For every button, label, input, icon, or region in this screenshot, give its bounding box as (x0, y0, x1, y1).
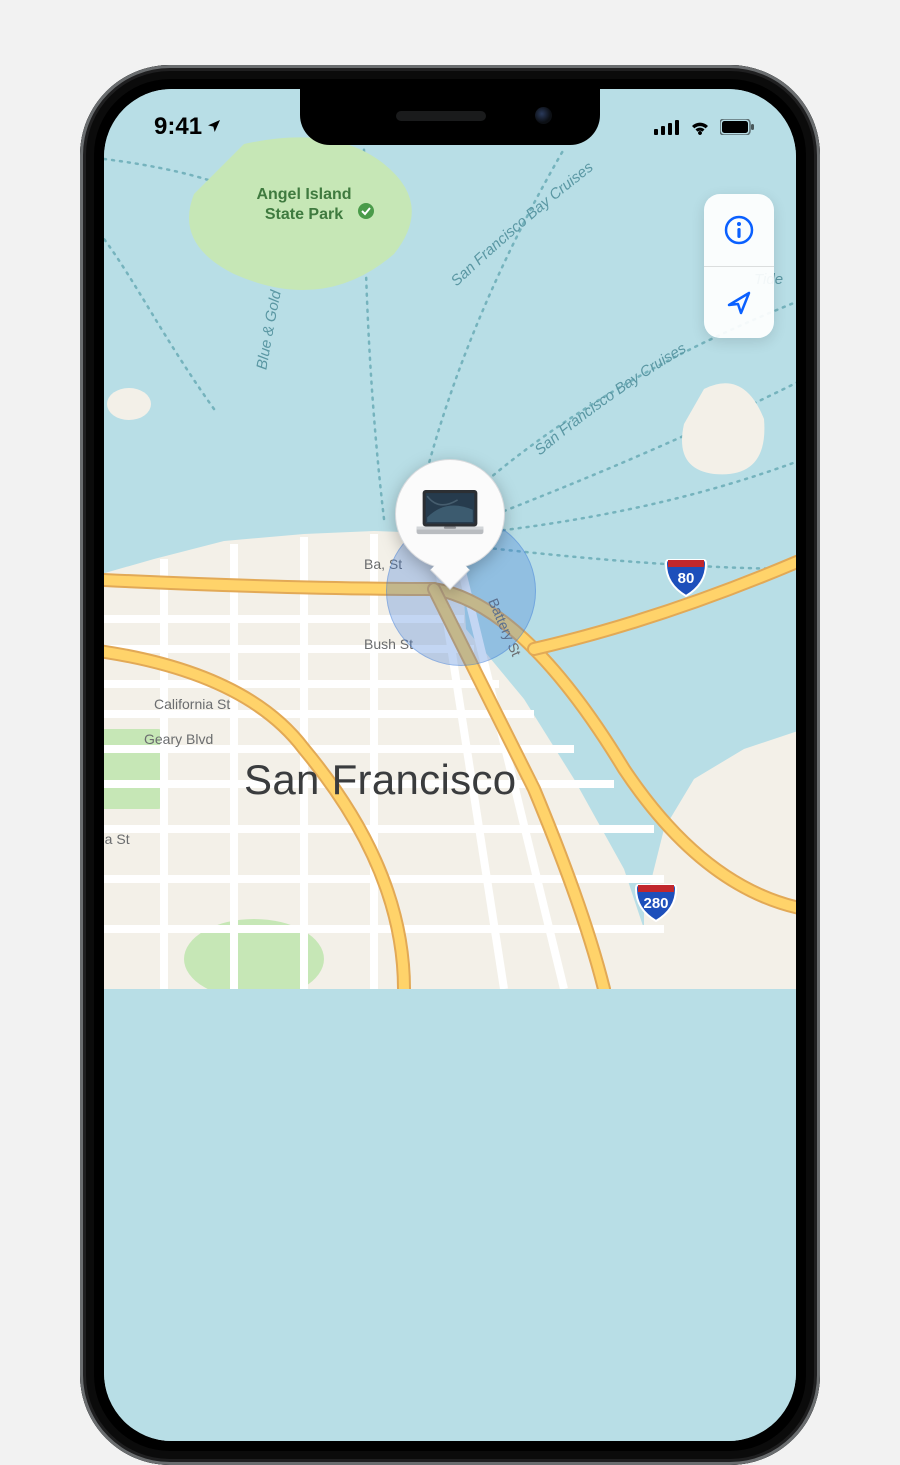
svg-text:80: 80 (678, 570, 695, 587)
road-label-california: California St (154, 696, 230, 712)
locate-me-button[interactable] (704, 266, 774, 338)
road-label-geary: Geary Blvd (144, 731, 213, 747)
location-arrow-icon (723, 287, 755, 319)
shield-i80: 80 (664, 554, 708, 598)
ferry-label-2: San Francisco Bay Cruises (448, 158, 597, 289)
status-bar: 9:41 (104, 89, 796, 145)
road-label-lboa: lboa St (104, 831, 130, 847)
macbook-icon (412, 487, 488, 540)
wifi-icon (688, 118, 712, 141)
map-canvas[interactable]: Blue & Gold Ferry San Francisco Bay Crui… (104, 89, 796, 1441)
phone-frame: 9:41 (80, 65, 820, 1465)
city-label: San Francisco (244, 756, 516, 803)
cellular-signal-icon (654, 119, 680, 140)
ferry-label-3: San Francisco Bay Cruises (531, 340, 689, 459)
info-button[interactable] (704, 194, 774, 266)
phone-screen: 9:41 (104, 89, 796, 1441)
device-location-pin[interactable] (395, 459, 505, 569)
location-services-icon (206, 113, 222, 141)
status-time: 9:41 (154, 113, 202, 141)
map-controls (704, 194, 774, 338)
shield-i280: 280 (634, 879, 678, 923)
park-label-line2: State Park (265, 206, 343, 223)
park-label-line1: Angel Island (256, 186, 351, 203)
svg-text:280: 280 (643, 895, 668, 912)
info-icon (723, 214, 755, 246)
battery-icon (720, 119, 754, 140)
